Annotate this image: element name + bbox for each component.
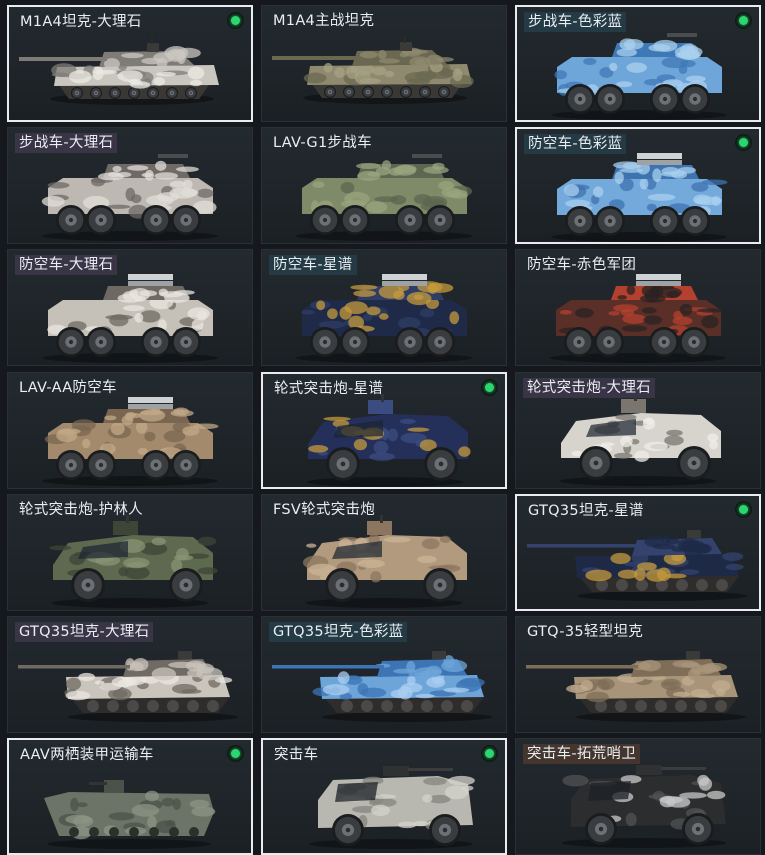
skin-card[interactable]: GTQ35坦克-大理石 xyxy=(7,616,253,733)
vehicle-image xyxy=(550,274,726,363)
vehicle-image xyxy=(272,36,474,104)
equipped-indicator-icon xyxy=(735,134,752,151)
vehicle-image xyxy=(42,397,219,486)
equipped-indicator-icon xyxy=(735,12,752,29)
skin-card[interactable]: GTQ-35轻型坦克 xyxy=(515,616,761,733)
vehicle-image xyxy=(562,765,726,848)
skin-name: 突击车 xyxy=(274,747,319,763)
vehicle-image xyxy=(307,394,471,487)
skin-name: LAV-G1步战车 xyxy=(273,135,372,151)
vehicle-image xyxy=(551,153,728,242)
vehicle-image xyxy=(527,530,747,601)
vehicle-image xyxy=(560,393,721,486)
vehicle-image xyxy=(42,274,218,363)
skin-card[interactable]: LAV-AA防空车 xyxy=(7,372,253,489)
skin-name: 轮式突击炮-星谱 xyxy=(274,381,384,397)
skin-card[interactable]: 轮式突击炮-星谱 xyxy=(261,372,507,489)
skin-card[interactable]: 防空车-大理石 xyxy=(7,249,253,366)
skin-name: M1A4主战坦克 xyxy=(273,13,375,29)
equipped-indicator-icon xyxy=(481,745,498,762)
skin-card[interactable]: 轮式突击炮-护林人 xyxy=(7,494,253,611)
skin-name: AAV两栖装甲运输车 xyxy=(20,747,154,763)
skin-name: 轮式突击炮-护林人 xyxy=(19,502,143,518)
skin-name: GTQ35坦克-星谱 xyxy=(528,503,644,519)
vehicle-image xyxy=(296,274,472,363)
skin-name: 防空车-色彩蓝 xyxy=(524,134,627,154)
skin-card[interactable]: 步战车-大理石 xyxy=(7,127,253,244)
skin-name: 防空车-赤色军团 xyxy=(527,257,637,273)
vehicle-image xyxy=(296,154,473,241)
equipped-indicator-icon xyxy=(227,745,244,762)
skin-card[interactable]: LAV-G1步战车 xyxy=(261,127,507,244)
skin-name: GTQ35坦克-色彩蓝 xyxy=(269,622,408,642)
skin-card[interactable]: 防空车-色彩蓝 xyxy=(515,127,761,244)
vehicle-image xyxy=(551,33,727,120)
skin-name: 防空车-星谱 xyxy=(269,255,357,275)
skin-card[interactable]: M1A4坦克-大理石 xyxy=(7,5,253,122)
skin-card[interactable]: AAV两栖装甲运输车 xyxy=(7,738,253,855)
skin-card[interactable]: 轮式突击炮-大理石 xyxy=(515,372,761,489)
skin-card[interactable]: 突击车 xyxy=(261,738,507,855)
skin-card[interactable]: 防空车-赤色军团 xyxy=(515,249,761,366)
vehicle-image xyxy=(272,651,492,722)
skin-card[interactable]: 步战车-色彩蓝 xyxy=(515,5,761,122)
skin-card[interactable]: GTQ35坦克-星谱 xyxy=(515,494,761,611)
skin-name: 突击车-拓荒哨卫 xyxy=(523,744,641,764)
skin-name: 防空车-大理石 xyxy=(15,255,118,275)
vehicle-image xyxy=(302,515,467,608)
vehicle-image xyxy=(19,37,219,105)
skin-card[interactable]: 突击车-拓荒哨卫 xyxy=(515,738,761,855)
vehicle-image xyxy=(309,766,475,849)
skin-card[interactable]: M1A4主战坦克 xyxy=(261,5,507,122)
vehicle-skin-grid: M1A4坦克-大理石 M1A4主战坦克 步战车-色彩蓝步战车-大理石 LAV-G1步战… xyxy=(0,0,765,855)
skin-name: 步战车-大理石 xyxy=(15,133,118,153)
skin-card[interactable]: FSV轮式突击炮 xyxy=(261,494,507,611)
skin-name: 轮式突击炮-大理石 xyxy=(523,378,655,398)
equipped-indicator-icon xyxy=(735,501,752,518)
skin-card[interactable]: 防空车-星谱 xyxy=(261,249,507,366)
skin-name: M1A4坦克-大理石 xyxy=(20,14,142,30)
equipped-indicator-icon xyxy=(481,379,498,396)
skin-card[interactable]: GTQ35坦克-色彩蓝 xyxy=(261,616,507,733)
skin-name: GTQ35坦克-大理石 xyxy=(15,622,154,642)
equipped-indicator-icon xyxy=(227,12,244,29)
skin-name: GTQ-35轻型坦克 xyxy=(527,624,644,640)
skin-name: 步战车-色彩蓝 xyxy=(524,12,627,32)
vehicle-image xyxy=(41,154,218,241)
skin-name: FSV轮式突击炮 xyxy=(273,502,376,518)
skin-name: LAV-AA防空车 xyxy=(19,380,117,396)
vehicle-image xyxy=(526,651,746,722)
vehicle-image xyxy=(44,780,216,849)
vehicle-image xyxy=(18,651,238,722)
vehicle-image xyxy=(49,515,218,608)
